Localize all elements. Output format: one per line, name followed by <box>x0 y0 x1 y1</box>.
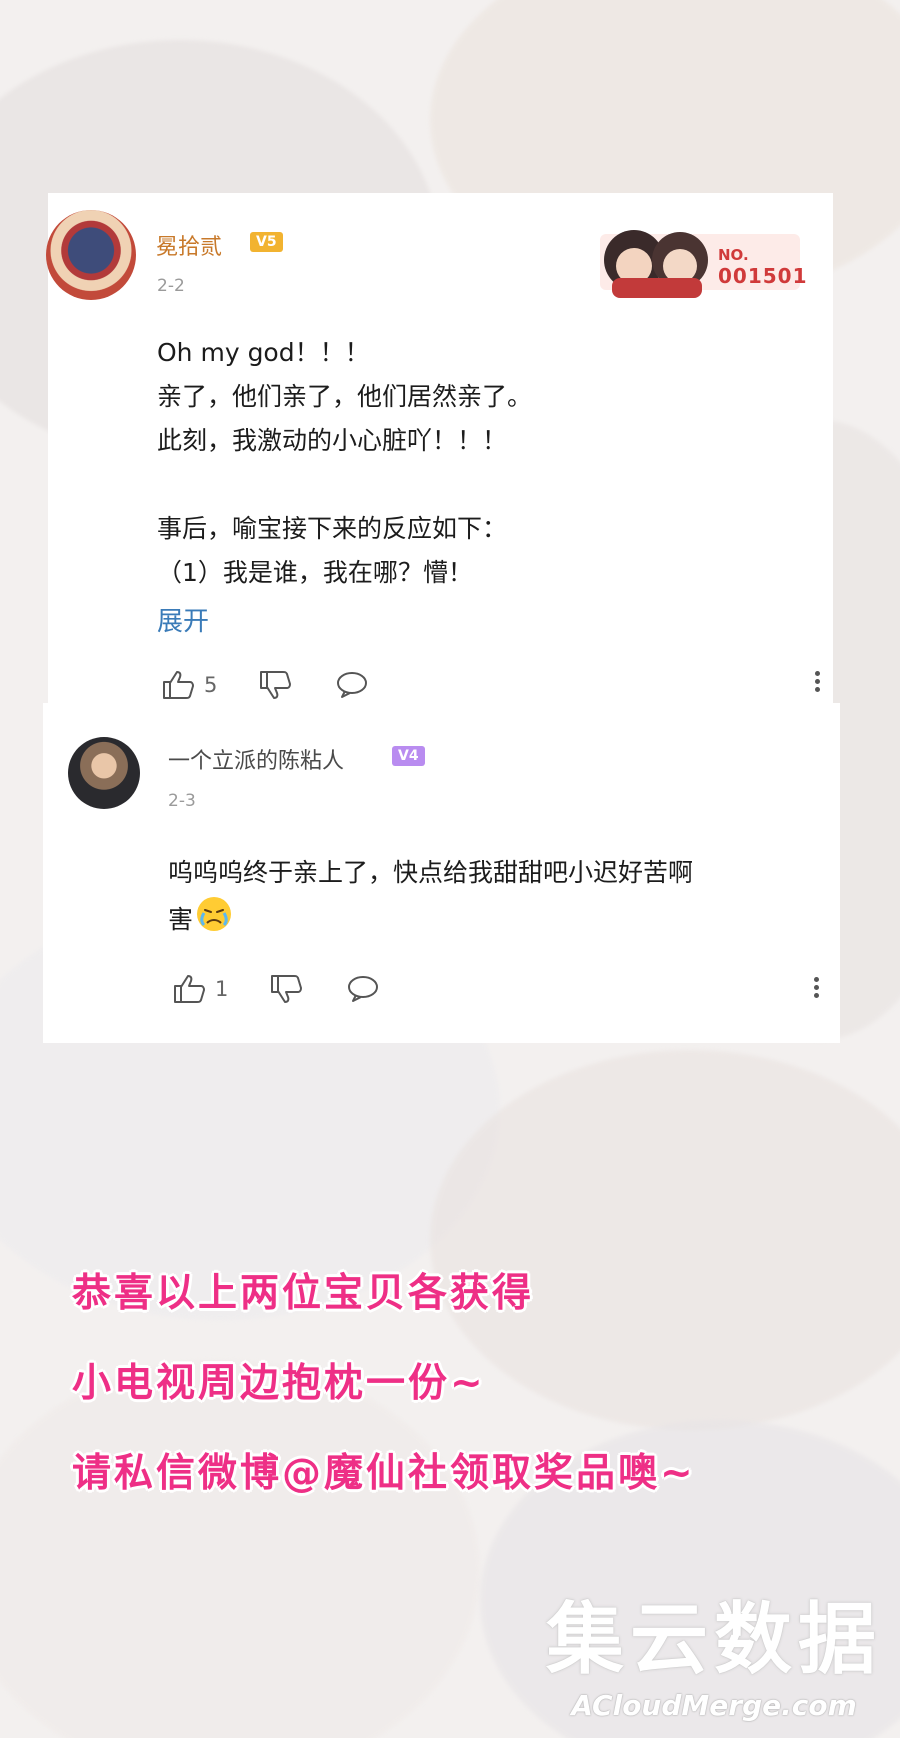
comment-line: 亲了，他们亲了，他们居然亲了。 <box>157 382 533 411</box>
promo-line: 恭喜以上两位宝贝各获得 <box>72 1271 535 1316</box>
more-options-icon[interactable] <box>815 668 821 695</box>
reply-button[interactable] <box>346 974 380 1004</box>
like-button[interactable]: 1 <box>173 974 228 1004</box>
comment-date: 2-3 <box>168 791 196 811</box>
fan-badge-prefix: NO. <box>718 246 749 264</box>
comment-line: 害 <box>168 895 693 947</box>
dislike-button[interactable] <box>270 974 304 1004</box>
thumbs-down-icon <box>260 671 292 699</box>
watermark: 集云数据 ACloudMerge.com <box>546 1577 882 1722</box>
expand-link[interactable]: 展开 <box>157 601 209 638</box>
like-button[interactable]: 5 <box>162 670 217 700</box>
fan-badge-number: 001501 <box>718 264 808 288</box>
avatar[interactable] <box>68 737 140 809</box>
username[interactable]: 一个立派的陈粘人 <box>168 743 344 775</box>
comment-line: （1）我是谁，我在哪？懵！ <box>157 558 473 587</box>
comment-line: 事后，喻宝接下来的反应如下： <box>157 514 508 543</box>
crying-emoji-icon <box>195 895 233 947</box>
username[interactable]: 冕拾贰 <box>156 229 222 261</box>
comment-bubble-icon <box>348 976 379 1002</box>
thumbs-down-icon <box>271 975 303 1003</box>
comment-line: 此刻，我激动的小心脏吖！！！ <box>157 426 508 455</box>
avatar[interactable] <box>46 210 136 300</box>
level-badge: V4 <box>392 746 425 766</box>
fan-badge: NO. 001501 <box>590 216 808 302</box>
dislike-button[interactable] <box>259 670 293 700</box>
comment-text: Oh my god！！！ 亲了，他们亲了，他们居然亲了。 此刻，我激动的小心脏吖… <box>157 331 532 595</box>
comment-text: 呜呜呜终于亲上了，快点给我甜甜吧小迟好苦啊 害 <box>168 851 693 947</box>
thumbs-up-icon <box>163 671 194 699</box>
comment-line: 呜呜呜终于亲上了，快点给我甜甜吧小迟好苦啊 <box>168 858 694 887</box>
more-options-icon[interactable] <box>814 974 820 1001</box>
comment-bubble-icon <box>337 672 368 698</box>
comment-date: 2-2 <box>157 276 185 296</box>
comment-line <box>157 463 532 507</box>
watermark-cn: 集云数据 <box>545 1595 882 1685</box>
thumbs-up-icon <box>174 975 205 1003</box>
watermark-en: ACloudMerge.com <box>571 1689 857 1722</box>
promo-line: 请私信微博@魔仙社领取奖品噢~ <box>72 1451 696 1496</box>
promo-line: 小电视周边抱枕一份~ <box>72 1361 486 1406</box>
reply-button[interactable] <box>335 670 369 700</box>
like-count: 5 <box>204 673 218 697</box>
comment-line: Oh my god！！！ <box>157 338 370 367</box>
level-badge: V5 <box>250 232 283 252</box>
like-count: 1 <box>215 977 229 1001</box>
comment-actions: 5 <box>162 668 411 702</box>
comment-actions: 1 <box>173 972 422 1006</box>
